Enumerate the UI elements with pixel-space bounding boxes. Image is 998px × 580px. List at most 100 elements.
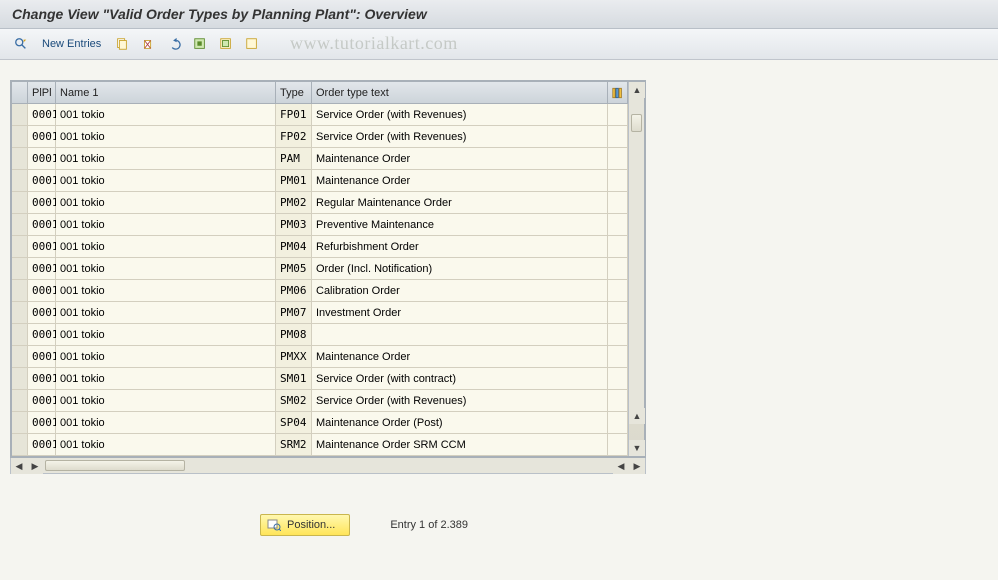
cell-name1: 001 tokio — [56, 236, 276, 257]
position-label: Position... — [287, 519, 335, 531]
table-row[interactable]: 0001001 tokioSP04Maintenance Order (Post… — [12, 412, 628, 434]
cell-name1: 001 tokio — [56, 302, 276, 323]
cell-blank — [608, 258, 628, 279]
cell-blank — [608, 346, 628, 367]
cell-ordertext: Preventive Maintenance — [312, 214, 608, 235]
row-selector[interactable] — [12, 258, 28, 279]
table-row[interactable]: 0001001 tokioPAMMaintenance Order — [12, 148, 628, 170]
row-selector[interactable] — [12, 236, 28, 257]
cell-name1: 001 tokio — [56, 170, 276, 191]
row-selector[interactable] — [12, 412, 28, 433]
row-selector[interactable] — [12, 214, 28, 235]
row-selector[interactable] — [12, 126, 28, 147]
cell-ordertext: Investment Order — [312, 302, 608, 323]
delete-icon[interactable] — [137, 33, 159, 55]
grid-header-ordertext[interactable]: Order type text — [312, 82, 608, 103]
cell-plpl: 0001 — [28, 412, 56, 433]
cell-plpl: 0001 — [28, 192, 56, 213]
row-selector[interactable] — [12, 390, 28, 411]
row-selector[interactable] — [12, 192, 28, 213]
cell-plpl: 0001 — [28, 434, 56, 455]
cell-plpl: 0001 — [28, 368, 56, 389]
cell-name1: 001 tokio — [56, 126, 276, 147]
scroll-left-icon[interactable]: ◀ — [11, 458, 27, 474]
table-row[interactable]: 0001001 tokioFP02Service Order (with Rev… — [12, 126, 628, 148]
cell-type: PM03 — [276, 214, 312, 235]
table-row[interactable]: 0001001 tokioSM01Service Order (with con… — [12, 368, 628, 390]
cell-ordertext: Service Order (with Revenues) — [312, 126, 608, 147]
data-grid: PlPl Name 1 Type Order type text 0001001… — [10, 80, 646, 458]
grid-header-selector[interactable] — [12, 82, 28, 103]
table-row[interactable]: 0001001 tokioPM06Calibration Order — [12, 280, 628, 302]
row-selector[interactable] — [12, 434, 28, 455]
copy-icon[interactable] — [111, 33, 133, 55]
row-selector[interactable] — [12, 324, 28, 345]
window-title: Change View "Valid Order Types by Planni… — [0, 0, 998, 29]
table-row[interactable]: 0001001 tokioPM03Preventive Maintenance — [12, 214, 628, 236]
vertical-scrollbar[interactable]: ▲ ▲ ▼ — [628, 82, 644, 456]
horizontal-scrollbar[interactable]: ◀ ▶ ◀ ▶ — [10, 458, 646, 474]
row-selector[interactable] — [12, 368, 28, 389]
row-selector[interactable] — [12, 104, 28, 125]
scroll-right-split-icon[interactable]: ▶ — [27, 458, 43, 474]
select-block-icon[interactable] — [215, 33, 237, 55]
scroll-thumb-h[interactable] — [45, 460, 185, 471]
cell-ordertext: Maintenance Order (Post) — [312, 412, 608, 433]
grid-header-type[interactable]: Type — [276, 82, 312, 103]
scroll-left2-icon[interactable]: ◀ — [613, 458, 629, 474]
table-row[interactable]: 0001001 tokioFP01Service Order (with Rev… — [12, 104, 628, 126]
cell-type: SM01 — [276, 368, 312, 389]
cell-ordertext: Calibration Order — [312, 280, 608, 301]
row-selector[interactable] — [12, 302, 28, 323]
undo-icon[interactable] — [163, 33, 185, 55]
cell-plpl: 0001 — [28, 390, 56, 411]
row-selector[interactable] — [12, 148, 28, 169]
cell-plpl: 0001 — [28, 214, 56, 235]
cell-type: PM06 — [276, 280, 312, 301]
grid-header-config-icon[interactable] — [608, 82, 628, 103]
cell-blank — [608, 368, 628, 389]
cell-type: PAM — [276, 148, 312, 169]
table-row[interactable]: 0001001 tokioPM07Investment Order — [12, 302, 628, 324]
cell-blank — [608, 104, 628, 125]
cell-plpl: 0001 — [28, 346, 56, 367]
table-row[interactable]: 0001001 tokioPM08 — [12, 324, 628, 346]
table-row[interactable]: 0001001 tokioPM04Refurbishment Order — [12, 236, 628, 258]
cell-type: SP04 — [276, 412, 312, 433]
row-selector[interactable] — [12, 280, 28, 301]
table-row[interactable]: 0001001 tokioSRM2Maintenance Order SRM C… — [12, 434, 628, 456]
cell-blank — [608, 324, 628, 345]
cell-name1: 001 tokio — [56, 324, 276, 345]
new-entries-button[interactable]: New Entries — [36, 33, 107, 55]
cell-name1: 001 tokio — [56, 104, 276, 125]
row-selector[interactable] — [12, 170, 28, 191]
position-button[interactable]: Position... — [260, 514, 350, 536]
cell-blank — [608, 170, 628, 191]
position-icon — [267, 517, 281, 534]
row-selector[interactable] — [12, 346, 28, 367]
scroll-up-icon[interactable]: ▲ — [629, 82, 645, 98]
cell-ordertext: Maintenance Order SRM CCM — [312, 434, 608, 455]
cell-type: PM05 — [276, 258, 312, 279]
scroll-down2-icon[interactable]: ▼ — [629, 440, 645, 456]
toggle-display-icon[interactable] — [10, 33, 32, 55]
deselect-all-icon[interactable] — [241, 33, 263, 55]
table-row[interactable]: 0001001 tokioSM02Service Order (with Rev… — [12, 390, 628, 412]
cell-type: SM02 — [276, 390, 312, 411]
table-row[interactable]: 0001001 tokioPM02Regular Maintenance Ord… — [12, 192, 628, 214]
cell-plpl: 0001 — [28, 258, 56, 279]
cell-name1: 001 tokio — [56, 214, 276, 235]
grid-header-plpl[interactable]: PlPl — [28, 82, 56, 103]
scroll-right-icon[interactable]: ▶ — [629, 458, 645, 474]
select-all-icon[interactable] — [189, 33, 211, 55]
scroll-thumb-v[interactable] — [631, 114, 642, 132]
cell-blank — [608, 148, 628, 169]
cell-plpl: 0001 — [28, 126, 56, 147]
cell-ordertext — [312, 324, 608, 345]
table-row[interactable]: 0001001 tokioPMXXMaintenance Order — [12, 346, 628, 368]
table-row[interactable]: 0001001 tokioPM05Order (Incl. Notificati… — [12, 258, 628, 280]
table-row[interactable]: 0001001 tokioPM01Maintenance Order — [12, 170, 628, 192]
cell-plpl: 0001 — [28, 324, 56, 345]
scroll-down-icon[interactable]: ▲ — [629, 408, 645, 424]
grid-header-name1[interactable]: Name 1 — [56, 82, 276, 103]
